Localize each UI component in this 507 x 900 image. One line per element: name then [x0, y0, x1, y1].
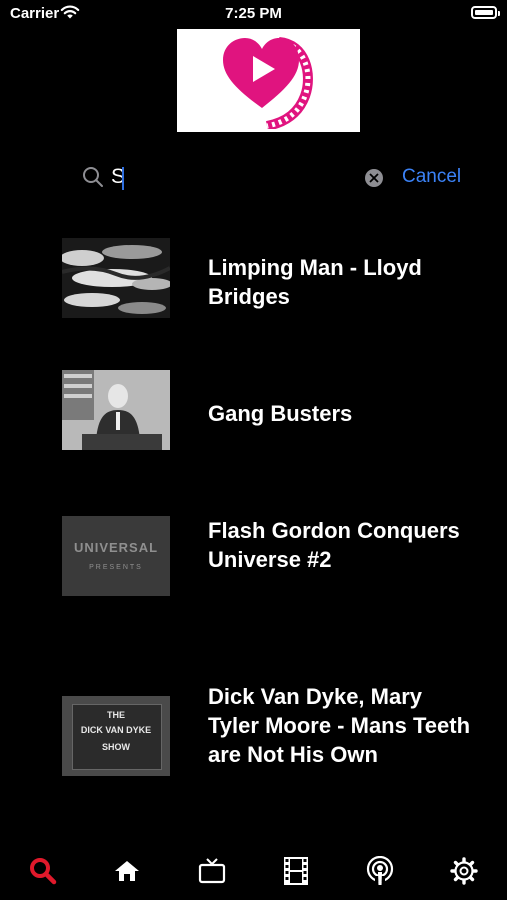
- tab-movies[interactable]: [279, 854, 313, 888]
- result-thumbnail: UNIVERSAL PRESENTS: [62, 516, 170, 596]
- man-at-desk-thumbnail: [62, 370, 170, 450]
- thumbnail-text-show: SHOW: [102, 742, 130, 752]
- home-icon: [115, 861, 139, 881]
- tab-tv[interactable]: [195, 854, 229, 888]
- tv-icon: [198, 858, 226, 884]
- result-thumbnail: [62, 238, 170, 318]
- result-thumbnail: [62, 370, 170, 450]
- battery-icon: [471, 6, 500, 19]
- result-title: Flash Gordon Conquers Universe #2: [208, 518, 460, 572]
- tab-home[interactable]: [110, 854, 144, 888]
- thumbnail-text-universal: UNIVERSAL: [73, 540, 159, 555]
- thumbnail-text-the: THE: [107, 710, 125, 720]
- search-bar: Cancel: [0, 160, 507, 196]
- search-icon: [83, 167, 103, 187]
- search-icon: [30, 858, 57, 885]
- result-item[interactable]: UNIVERSAL PRESENTS Flash Gordon Conquers…: [0, 516, 507, 598]
- thumbnail-text-show-name: DICK VAN DYKE: [80, 725, 152, 735]
- app-logo: [177, 29, 360, 132]
- film-icon: [284, 857, 308, 885]
- result-item[interactable]: Limping Man - Lloyd Bridges: [0, 238, 507, 320]
- result-title: Dick Van Dyke, Mary Tyler Moore - Mans T…: [208, 684, 471, 767]
- tab-search[interactable]: [26, 854, 60, 888]
- result-title: Gang Busters: [208, 401, 353, 426]
- tab-podcasts[interactable]: [363, 854, 397, 888]
- status-time: 7:25 PM: [225, 5, 282, 22]
- tab-settings[interactable]: [447, 854, 481, 888]
- cancel-button[interactable]: Cancel: [402, 166, 461, 188]
- gear-icon: [450, 857, 478, 885]
- text-caret: [122, 167, 124, 190]
- result-title: Limping Man - Lloyd Bridges: [208, 255, 422, 309]
- status-bar: Carrier 7:25 PM: [0, 0, 507, 28]
- search-input[interactable]: [108, 162, 351, 192]
- result-item[interactable]: Gang Busters: [0, 370, 507, 452]
- heart-play-film-logo-icon: [223, 37, 313, 129]
- result-item[interactable]: THE DICK VAN DYKE SHOW Dick Van Dyke, Ma…: [0, 684, 507, 778]
- cloudy-sky-thumbnail: [62, 238, 170, 318]
- podcast-icon: [366, 856, 394, 885]
- result-thumbnail: THE DICK VAN DYKE SHOW: [62, 696, 170, 776]
- tab-bar: [0, 844, 507, 900]
- clear-search-icon[interactable]: [365, 169, 383, 187]
- thumbnail-text-presents: PRESENTS: [89, 564, 143, 571]
- search-screen: Carrier 7:25 PM S Cancel Limping Man - L…: [0, 0, 507, 900]
